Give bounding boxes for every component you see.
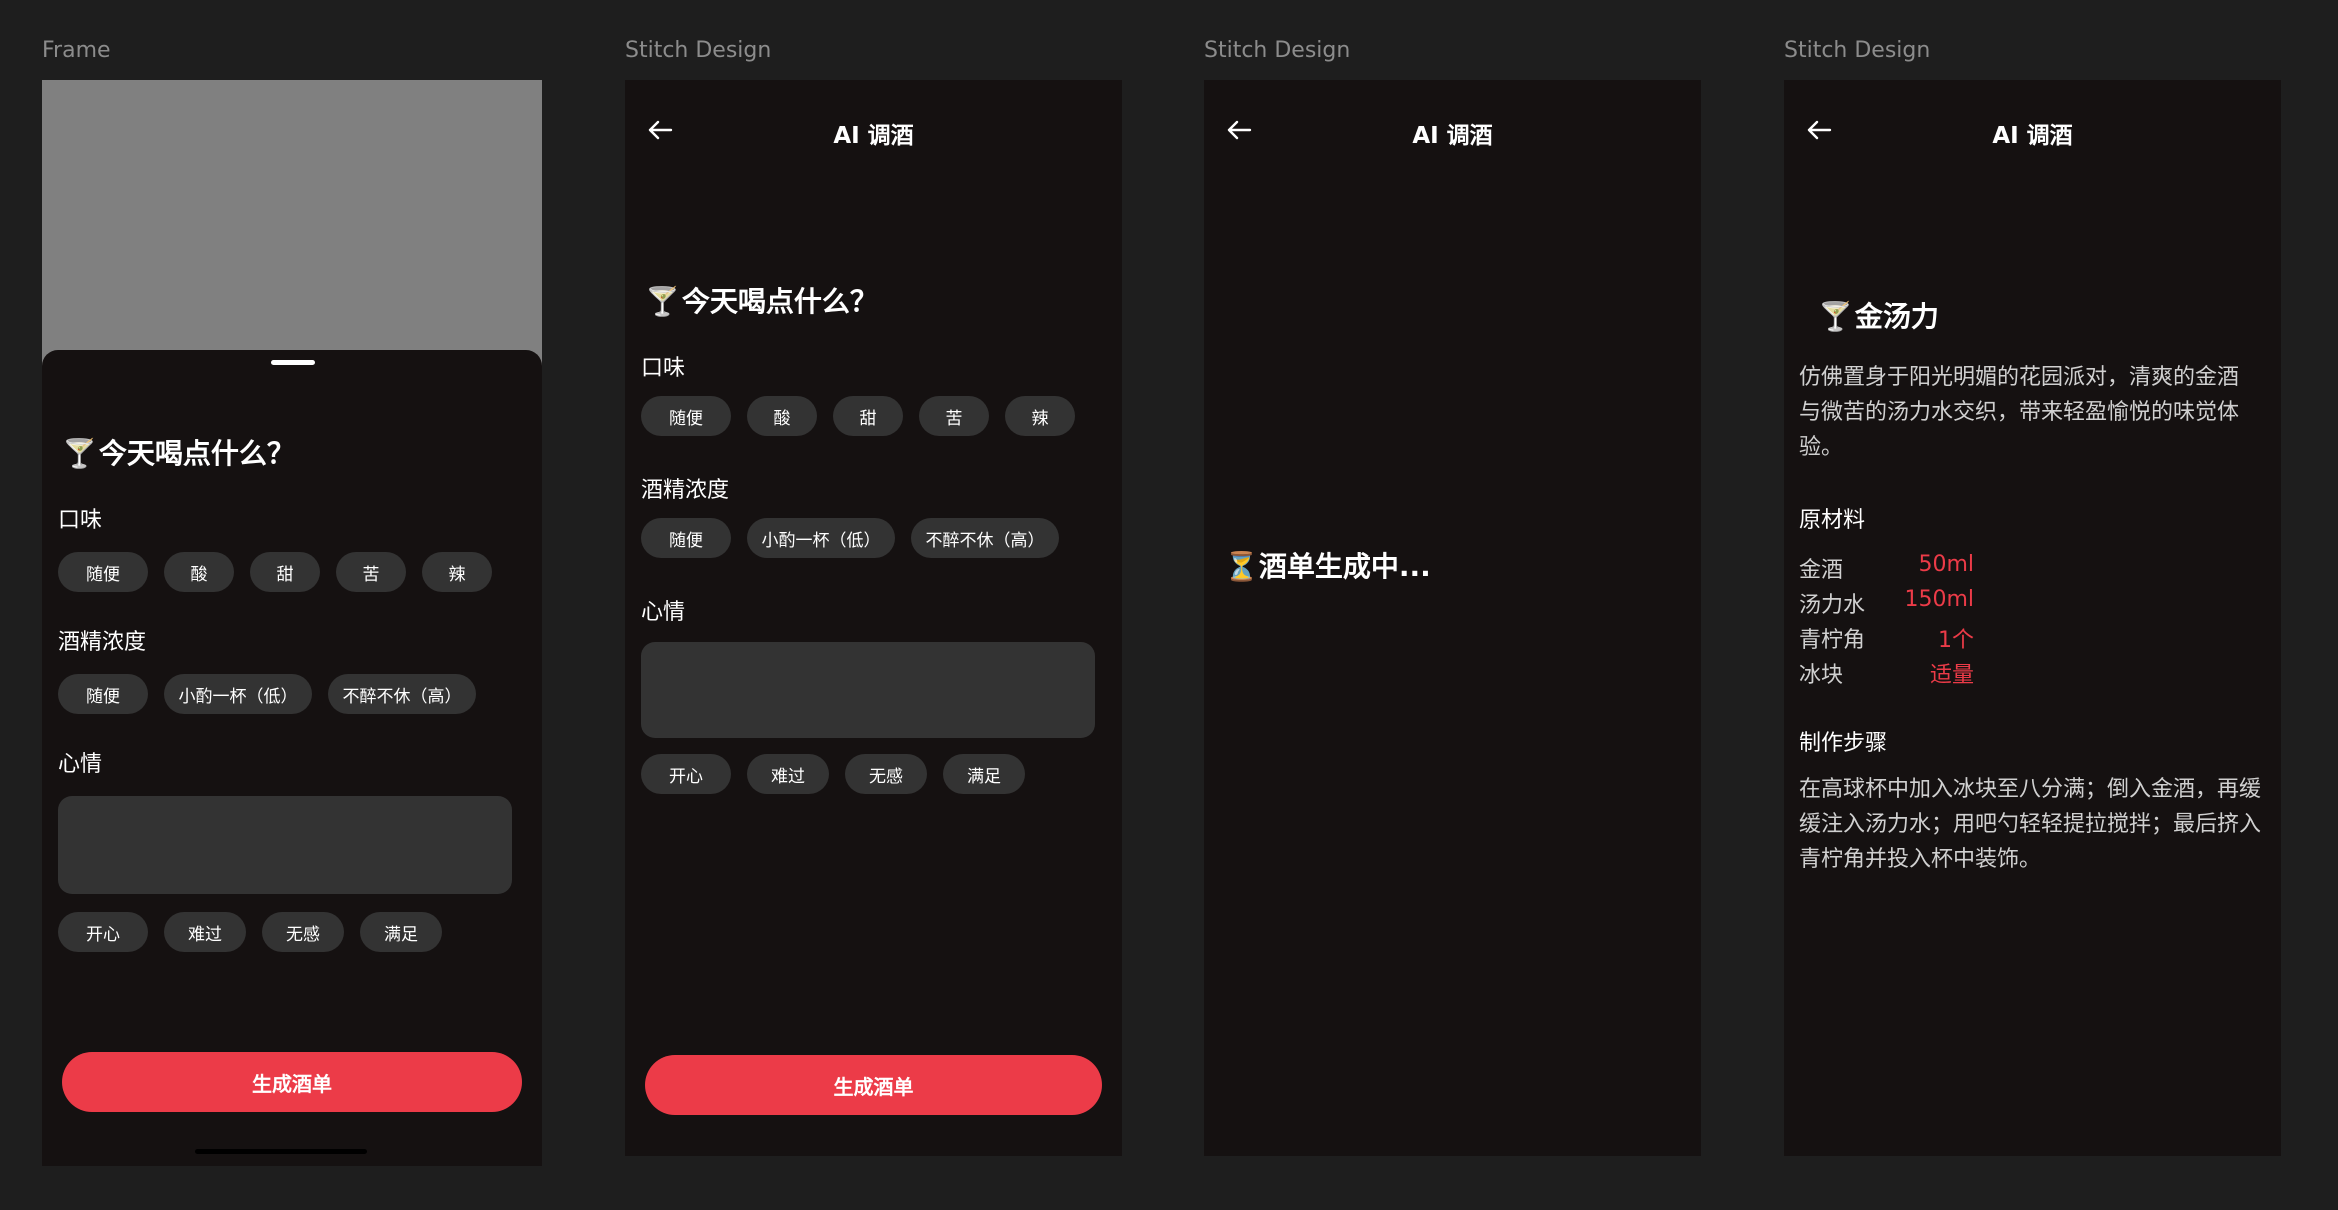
taste-chip[interactable]: 酸 — [164, 552, 234, 592]
page-title: AI 调酒 — [833, 123, 914, 149]
cocktail-name-text: 金汤力 — [1854, 300, 1939, 333]
page-title: AI 调酒 — [1412, 123, 1493, 149]
cocktail-icon: 🍸 — [62, 437, 97, 470]
alcohol-options: 随便 小酌一杯（低） 不醉不休（高） — [641, 518, 1059, 558]
mood-label: 心情 — [58, 752, 103, 777]
ingredient-amount: 适量 — [1929, 663, 1974, 688]
alcohol-chip[interactable]: 不醉不休（高） — [328, 674, 476, 714]
alcohol-label: 酒精浓度 — [641, 478, 730, 503]
mood-chip[interactable]: 难过 — [747, 754, 829, 794]
ingredient-name: 金酒 — [1799, 558, 1844, 583]
selection-sheet: 🍸今天喝点什么？ 口味 随便 酸 甜 苦 辣 酒精浓度 随便 小酌一杯（低） 不… — [42, 350, 542, 1166]
mood-chip[interactable]: 无感 — [845, 754, 927, 794]
top-bar: AI 调酒 — [625, 80, 1122, 180]
alcohol-chip[interactable]: 小酌一杯（低） — [747, 518, 895, 558]
ingredient-name: 冰块 — [1799, 663, 1844, 688]
ingredient-row: 冰块 适量 — [1799, 657, 2099, 692]
alcohol-chip[interactable]: 随便 — [58, 674, 148, 714]
question-heading: 🍸今天喝点什么？ — [645, 280, 878, 320]
question-heading: 🍸今天喝点什么？ — [62, 432, 295, 472]
ingredient-amount: 1个 — [1938, 628, 1974, 653]
mood-chip[interactable]: 满足 — [360, 912, 442, 952]
mood-input[interactable] — [641, 642, 1095, 738]
mood-chip[interactable]: 满足 — [943, 754, 1025, 794]
ingredients-label: 原材料 — [1799, 508, 1866, 533]
sheet-grabber-handle[interactable] — [271, 360, 315, 365]
taste-chip[interactable]: 苦 — [919, 396, 989, 436]
taste-options: 随便 酸 甜 苦 辣 — [58, 552, 492, 592]
cocktail-description: 仿佛置身于阳光明媚的花园派对，清爽的金酒与微苦的汤力水交织，带来轻盈愉悦的味觉体… — [1799, 365, 2240, 460]
mood-options: 开心 难过 无感 满足 — [641, 754, 1025, 794]
question-text: 今天喝点什么？ — [98, 437, 295, 470]
taste-chip[interactable]: 辣 — [1005, 396, 1075, 436]
alcohol-chip[interactable]: 小酌一杯（低） — [164, 674, 312, 714]
taste-chip[interactable]: 甜 — [833, 396, 903, 436]
taste-label: 口味 — [641, 356, 686, 381]
loading-screen: AI 调酒 ⏳酒单生成中... — [1204, 80, 1701, 1156]
mood-options: 开心 难过 无感 满足 — [58, 912, 442, 952]
preparation-steps: 在高球杯中加入冰块至八分满；倒入金酒，再缓缓注入汤力水；用吧勺轻轻提拉搅拌；最后… — [1799, 777, 2262, 872]
ingredient-amount: 50ml — [1918, 552, 1974, 577]
bottom-sheet-frame: 🍸今天喝点什么？ 口味 随便 酸 甜 苦 辣 酒精浓度 随便 小酌一杯（低） 不… — [42, 80, 542, 1166]
selection-screen: AI 调酒 🍸今天喝点什么？ 口味 随便 酸 甜 苦 辣 酒精浓度 随便 小酌一… — [625, 80, 1122, 1156]
hourglass-icon: ⏳ — [1224, 550, 1259, 583]
generate-button[interactable]: 生成酒单 — [62, 1052, 522, 1112]
mood-label: 心情 — [641, 600, 686, 625]
taste-chip[interactable]: 随便 — [641, 396, 731, 436]
loading-status: ⏳酒单生成中... — [1224, 545, 1431, 585]
ingredient-name: 青柠角 — [1799, 628, 1866, 653]
top-bar: AI 调酒 — [1784, 80, 2281, 180]
ingredient-amount: 150ml — [1904, 587, 1974, 612]
alcohol-options: 随便 小酌一杯（低） 不醉不休（高） — [58, 674, 476, 714]
taste-label: 口味 — [58, 508, 103, 533]
page-title: AI 调酒 — [1992, 123, 2073, 149]
mood-chip[interactable]: 开心 — [58, 912, 148, 952]
dimmed-backdrop[interactable] — [42, 80, 542, 380]
ingredient-row: 青柠角 1个 — [1799, 622, 2099, 657]
frame-label-stitch-1: Stitch Design — [625, 38, 772, 63]
cocktail-icon: 🍸 — [1818, 300, 1853, 333]
taste-chip[interactable]: 酸 — [747, 396, 817, 436]
frame-label-frame: Frame — [42, 38, 111, 63]
taste-options: 随便 酸 甜 苦 辣 — [641, 396, 1075, 436]
ingredient-row: 汤力水 150ml — [1799, 587, 2099, 622]
ingredient-row: 金酒 50ml — [1799, 552, 2099, 587]
taste-chip[interactable]: 随便 — [58, 552, 148, 592]
alcohol-chip[interactable]: 不醉不休（高） — [911, 518, 1059, 558]
frame-label-stitch-2: Stitch Design — [1204, 38, 1351, 63]
generate-button[interactable]: 生成酒单 — [645, 1055, 1102, 1115]
alcohol-chip[interactable]: 随便 — [641, 518, 731, 558]
taste-chip[interactable]: 苦 — [336, 552, 406, 592]
mood-input[interactable] — [58, 796, 512, 894]
alcohol-label: 酒精浓度 — [58, 630, 147, 655]
frame-label-stitch-3: Stitch Design — [1784, 38, 1931, 63]
mood-chip[interactable]: 无感 — [262, 912, 344, 952]
cocktail-name: 🍸金汤力 — [1818, 295, 1939, 335]
steps-label: 制作步骤 — [1799, 731, 1888, 756]
result-screen: AI 调酒 🍸金汤力 仿佛置身于阳光明媚的花园派对，清爽的金酒与微苦的汤力水交织… — [1784, 80, 2281, 1156]
mood-chip[interactable]: 开心 — [641, 754, 731, 794]
taste-chip[interactable]: 甜 — [250, 552, 320, 592]
ingredient-name: 汤力水 — [1799, 593, 1866, 618]
question-text: 今天喝点什么？ — [681, 285, 878, 318]
loading-text: 酒单生成中... — [1258, 550, 1431, 583]
top-bar: AI 调酒 — [1204, 80, 1701, 180]
home-indicator — [195, 1149, 367, 1154]
mood-chip[interactable]: 难过 — [164, 912, 246, 952]
cocktail-icon: 🍸 — [645, 285, 680, 318]
taste-chip[interactable]: 辣 — [422, 552, 492, 592]
